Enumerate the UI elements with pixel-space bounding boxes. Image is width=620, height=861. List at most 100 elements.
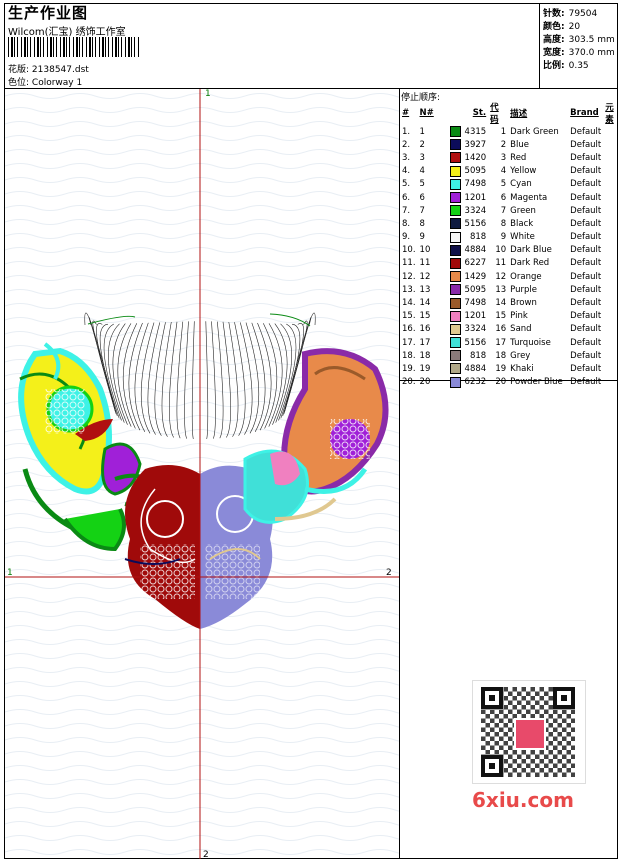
color-description: Brown (510, 298, 537, 309)
col-header: N# (419, 108, 434, 118)
color-description: Turquoise (510, 337, 551, 348)
table-row: 3. 3 1420 3 Red Default (400, 151, 620, 164)
color-code: 18 (495, 350, 507, 361)
color-swatch (448, 231, 463, 244)
thread-brand: Default (570, 311, 602, 322)
thread-brand: Default (570, 284, 602, 295)
color-code: 7 (500, 205, 507, 216)
table-row: 7. 7 3324 7 Green Default (400, 204, 620, 217)
thread-brand: Default (570, 192, 602, 203)
stop-index: 1. (402, 126, 411, 137)
color-swatch-icon (449, 310, 461, 322)
needle-number: 17 (419, 337, 431, 348)
col-header: 代码 (490, 103, 499, 125)
stitch-count: 6227 (464, 258, 487, 269)
color-swatch (448, 191, 463, 204)
color-description: White (510, 232, 535, 243)
color-code: 1 (500, 126, 507, 137)
needle-number: 5 (419, 179, 425, 190)
color-swatch (448, 151, 463, 164)
thread-brand: Default (570, 126, 602, 137)
stop-index: 5. (402, 179, 411, 190)
color-swatch (448, 125, 463, 138)
design-file-label: 花版: (8, 65, 30, 75)
table-row: 1. 1 4315 1 Dark Green Default (400, 125, 620, 138)
element-cell (603, 349, 620, 362)
color-code: 20 (495, 377, 507, 388)
color-swatch-icon (449, 165, 461, 177)
needle-number: 16 (419, 324, 431, 335)
axis-label-bottom: 2 (203, 850, 209, 859)
element-cell (603, 231, 620, 244)
color-swatch-icon (449, 178, 461, 190)
thread-brand: Default (570, 139, 602, 150)
color-swatch-icon (449, 139, 461, 151)
color-swatch (448, 376, 463, 389)
color-description: Red (510, 152, 527, 163)
needle-number: 19 (419, 363, 431, 374)
color-swatch (448, 165, 463, 178)
table-row: 18. 18 818 18 Grey Default (400, 349, 620, 362)
needle-number: 2 (419, 139, 425, 150)
stop-index: 13. (402, 284, 416, 295)
table-row: 13. 13 5095 13 Purple Default (400, 283, 620, 296)
needle-number: 7 (419, 205, 425, 216)
color-swatch-icon (449, 323, 461, 335)
barcode (8, 37, 140, 57)
needle-number: 8 (419, 218, 425, 229)
color-description: Cyan (510, 179, 532, 190)
stop-index: 15. (402, 311, 416, 322)
table-row: 19. 19 4884 19 Khaki Default (400, 362, 620, 375)
element-cell (603, 336, 620, 349)
stop-index: 10. (402, 245, 416, 256)
thread-brand: Default (570, 205, 602, 216)
color-code: 13 (495, 284, 507, 295)
table-row: 17. 17 5156 17 Turquoise Default (400, 336, 620, 349)
color-description: Sand (510, 324, 532, 335)
stitch-count: 7498 (464, 298, 487, 309)
color-description: Pink (510, 311, 528, 322)
table-row: 9. 9 818 9 White Default (400, 231, 620, 244)
color-description: Dark Red (510, 258, 550, 269)
color-swatch (448, 336, 463, 349)
stop-index: 20. (402, 377, 416, 388)
stat-value: 20 (568, 22, 581, 32)
color-swatch (448, 362, 463, 375)
element-cell (603, 283, 620, 296)
stop-index: 4. (402, 166, 411, 177)
color-description: Black (510, 218, 534, 229)
design-file-row: 花版: 2138547.dst (8, 62, 89, 75)
table-row: 14. 14 7498 14 Brown Default (400, 296, 620, 309)
qr-center-logo (514, 718, 546, 750)
thread-brand: Default (570, 232, 602, 243)
thread-brand: Default (570, 350, 602, 361)
color-swatch-icon (449, 152, 461, 164)
stitch-count: 6232 (464, 377, 487, 388)
color-description: Green (510, 205, 536, 216)
color-swatch-icon (449, 231, 461, 243)
element-cell (603, 244, 620, 257)
embroidery-design-preview: 1 2 1 2 (5, 89, 399, 859)
color-swatch (448, 283, 463, 296)
stat-value: 370.0 mm (568, 48, 615, 58)
thread-brand: Default (570, 377, 602, 388)
col-header: # (402, 108, 410, 118)
color-code: 5 (500, 179, 507, 190)
stop-index: 9. (402, 232, 411, 243)
stitch-count: 4884 (464, 245, 487, 256)
header-stats-divider (539, 3, 540, 89)
needle-number: 3 (419, 152, 425, 163)
table-row: 4. 4 5095 4 Yellow Default (400, 165, 620, 178)
stop-index: 16. (402, 324, 416, 335)
thread-brand: Default (570, 363, 602, 374)
element-cell (603, 217, 620, 230)
stop-index: 11. (402, 258, 416, 269)
needle-number: 18 (419, 350, 431, 361)
stop-index: 18. (402, 350, 416, 361)
color-code: 6 (500, 192, 507, 203)
element-cell (603, 125, 620, 138)
element-cell (603, 204, 620, 217)
needle-number: 6 (419, 192, 425, 203)
stop-index: 14. (402, 298, 416, 309)
element-cell (603, 376, 620, 389)
